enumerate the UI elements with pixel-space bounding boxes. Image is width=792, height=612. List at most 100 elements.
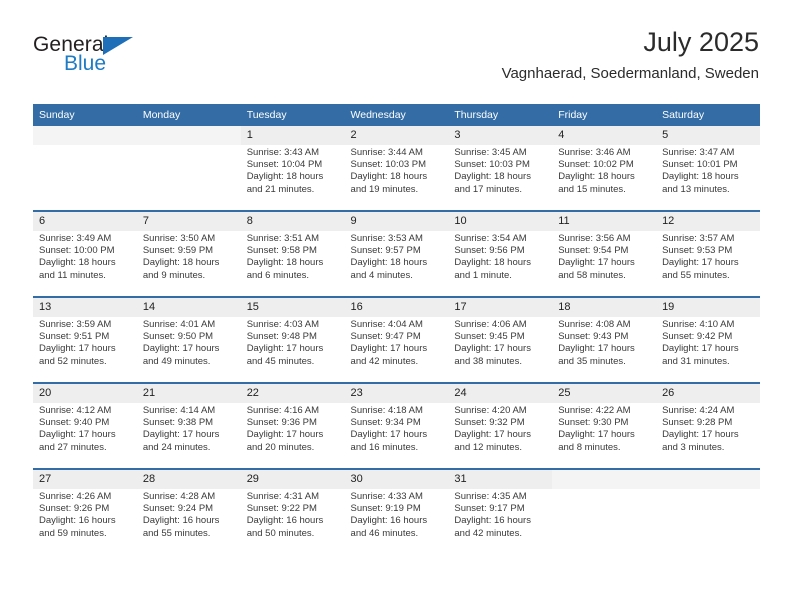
day-number[interactable]: 2	[344, 126, 449, 145]
day-cell[interactable]: Sunrise: 4:24 AM Sunset: 9:28 PM Daylight:…	[656, 403, 760, 469]
day-detail-line: Sunset: 9:53 PM	[662, 245, 733, 257]
day-cell[interactable]: Sunrise: 3:47 AM Sunset: 10:01 PM Daylight…	[656, 145, 760, 211]
day-number[interactable]: 9	[344, 210, 449, 231]
day-number[interactable]: 28	[136, 468, 241, 489]
day-detail-line: Sunrise: 3:44 AM	[350, 147, 423, 158]
day-detail-line: Daylight: 17 hours	[662, 429, 739, 441]
day-detail-line: Daylight: 17 hours	[454, 429, 531, 441]
day-number[interactable]: 7	[136, 210, 241, 231]
day-cell[interactable]: Sunrise: 3:51 AM Sunset: 9:58 PM Daylight:…	[240, 231, 345, 297]
day-detail-line: Sunrise: 3:43 AM	[246, 147, 320, 158]
day-number[interactable]: 23	[344, 382, 449, 403]
day-detail-line: Sunrise: 4:12 AM	[39, 405, 112, 416]
day-cell[interactable]: Sunrise: 4:01 AM Sunset: 9:50 PM Daylight:…	[136, 317, 241, 383]
day-detail-line: Sunset: 9:38 PM	[142, 417, 214, 429]
day-number[interactable]: 4	[552, 126, 657, 145]
day-number[interactable]: 19	[656, 296, 760, 317]
day-number[interactable]: 20	[33, 382, 137, 403]
day-cell[interactable]: Sunrise: 4:26 AM Sunset: 9:26 PM Daylight:…	[33, 489, 137, 554]
week-detail-row: Sunrise: 3:43 AM Sunset: 10:04 PM Daylight…	[33, 145, 760, 211]
day-number[interactable]: 8	[240, 210, 345, 231]
general-blue-logo[interactable]: General Blue	[33, 34, 183, 80]
day-detail-line: and 50 minutes.	[246, 527, 315, 539]
day-cell[interactable]: Sunrise: 4:06 AM Sunset: 9:45 PM Daylight:…	[448, 317, 553, 383]
day-detail-line: Daylight: 18 hours	[39, 257, 116, 269]
day-cell[interactable]: Sunrise: 4:22 AM Sunset: 9:30 PM Daylight:…	[552, 403, 657, 469]
day-detail-line: and 13 minutes.	[662, 183, 730, 195]
day-detail-line: and 15 minutes.	[558, 183, 626, 195]
day-number[interactable]: 3	[448, 126, 553, 145]
day-cell[interactable]: Sunrise: 4:28 AM Sunset: 9:24 PM Daylight:…	[136, 489, 241, 554]
week-detail-row: Sunrise: 4:26 AM Sunset: 9:26 PM Daylight:…	[33, 489, 760, 554]
day-detail-line: and 21 minutes.	[246, 183, 315, 195]
day-number[interactable]: 29	[240, 468, 345, 489]
day-detail-line: and 55 minutes.	[662, 269, 730, 281]
day-number[interactable]: 11	[552, 210, 657, 231]
day-cell[interactable]: Sunrise: 3:54 AM Sunset: 9:56 PM Daylight:…	[448, 231, 553, 297]
day-detail-line: and 35 minutes.	[558, 355, 626, 367]
day-cell[interactable]: Sunrise: 3:44 AM Sunset: 10:03 PM Daylight…	[344, 145, 449, 211]
day-cell[interactable]: Sunrise: 4:04 AM Sunset: 9:47 PM Daylight:…	[344, 317, 449, 383]
day-number[interactable]: 18	[552, 296, 657, 317]
day-detail-line: Sunrise: 4:26 AM	[39, 491, 112, 502]
day-cell[interactable]: Sunrise: 4:35 AM Sunset: 9:17 PM Daylight:…	[448, 489, 553, 554]
day-number[interactable]: 5	[656, 126, 760, 145]
day-number[interactable]: 24	[448, 382, 553, 403]
day-number[interactable]: 21	[136, 382, 241, 403]
day-cell[interactable]: Sunrise: 4:12 AM Sunset: 9:40 PM Daylight:…	[33, 403, 137, 469]
day-detail-line: Daylight: 17 hours	[142, 343, 220, 355]
day-cell[interactable]: Sunrise: 4:16 AM Sunset: 9:36 PM Daylight:…	[240, 403, 345, 469]
day-number[interactable]: 31	[448, 468, 553, 489]
day-detail-line: Sunset: 9:22 PM	[246, 503, 317, 515]
day-cell[interactable]: Sunrise: 3:45 AM Sunset: 10:03 PM Daylight…	[448, 145, 553, 211]
day-cell[interactable]: Sunrise: 3:56 AM Sunset: 9:54 PM Daylight:…	[552, 231, 657, 297]
day-detail-line: Sunrise: 3:57 AM	[662, 233, 735, 244]
day-cell[interactable]: Sunrise: 3:49 AM Sunset: 10:00 PM Daylight…	[33, 231, 137, 297]
day-number[interactable]: 26	[656, 382, 760, 403]
day-detail-line: Sunset: 9:24 PM	[142, 503, 214, 515]
day-number[interactable]: 14	[136, 296, 241, 317]
day-detail-line: Sunrise: 4:31 AM	[246, 491, 320, 502]
weekday-header-wednesday: Wednesday	[344, 104, 449, 126]
day-number[interactable]: 25	[552, 382, 657, 403]
day-number[interactable]: 22	[240, 382, 345, 403]
day-cell[interactable]: Sunrise: 4:10 AM Sunset: 9:42 PM Daylight:…	[656, 317, 760, 383]
day-cell[interactable]: Sunrise: 4:14 AM Sunset: 9:38 PM Daylight:…	[136, 403, 241, 469]
day-detail-line: and 42 minutes.	[454, 527, 522, 539]
day-detail-line: and 31 minutes.	[662, 355, 730, 367]
day-cell[interactable]: Sunrise: 4:08 AM Sunset: 9:43 PM Daylight:…	[552, 317, 657, 383]
day-cell[interactable]: Sunrise: 3:53 AM Sunset: 9:57 PM Daylight:…	[344, 231, 449, 297]
day-number[interactable]: 13	[33, 296, 137, 317]
day-detail-line: and 6 minutes.	[246, 269, 310, 281]
day-detail-line: Daylight: 16 hours	[39, 515, 116, 527]
day-cell[interactable]: Sunrise: 3:59 AM Sunset: 9:51 PM Daylight:…	[33, 317, 137, 383]
week-daynumber-row: 6 7 8 9 10 11 12	[33, 210, 760, 231]
weekday-header-monday: Monday	[136, 104, 241, 126]
day-number[interactable]: 30	[344, 468, 449, 489]
day-number[interactable]: 16	[344, 296, 449, 317]
day-number[interactable]: 27	[33, 468, 137, 489]
day-cell[interactable]: Sunrise: 4:31 AM Sunset: 9:22 PM Daylight:…	[240, 489, 345, 554]
day-number[interactable]: 12	[656, 210, 760, 231]
day-cell[interactable]: Sunrise: 4:20 AM Sunset: 9:32 PM Daylight:…	[448, 403, 553, 469]
day-cell[interactable]: Sunrise: 3:43 AM Sunset: 10:04 PM Daylight…	[240, 145, 345, 211]
day-number[interactable]: 6	[33, 210, 137, 231]
day-cell[interactable]: Sunrise: 3:46 AM Sunset: 10:02 PM Daylight…	[552, 145, 657, 211]
day-cell[interactable]: Sunrise: 3:57 AM Sunset: 9:53 PM Daylight:…	[656, 231, 760, 297]
day-detail-line: Sunset: 10:03 PM	[350, 159, 427, 171]
day-detail-line: Daylight: 17 hours	[558, 429, 635, 441]
page-title: July 2025	[643, 27, 759, 57]
calendar-container: Sunday Monday Tuesday Wednesday Thursday…	[33, 104, 760, 554]
day-number[interactable]: 17	[448, 296, 553, 317]
day-detail-line: Sunset: 10:03 PM	[454, 159, 530, 171]
day-detail-line: Daylight: 18 hours	[558, 171, 635, 183]
day-number[interactable]: 1	[240, 126, 345, 145]
day-cell[interactable]: Sunrise: 4:03 AM Sunset: 9:48 PM Daylight:…	[240, 317, 345, 383]
day-cell[interactable]: Sunrise: 4:18 AM Sunset: 9:34 PM Daylight:…	[344, 403, 449, 469]
day-number-empty	[656, 468, 760, 489]
day-number[interactable]: 10	[448, 210, 553, 231]
day-cell[interactable]: Sunrise: 4:33 AM Sunset: 9:19 PM Daylight:…	[344, 489, 449, 554]
day-detail-line: Sunset: 9:42 PM	[662, 331, 733, 343]
day-cell[interactable]: Sunrise: 3:50 AM Sunset: 9:59 PM Daylight:…	[136, 231, 241, 297]
day-number[interactable]: 15	[240, 296, 345, 317]
